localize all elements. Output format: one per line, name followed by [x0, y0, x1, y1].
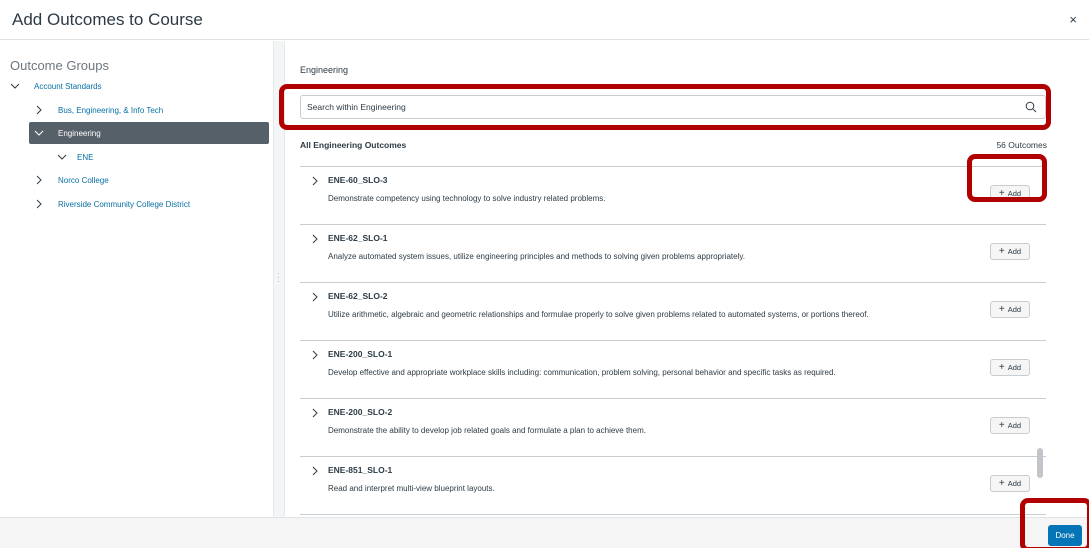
outcome-description: Read and interpret multi-view blueprint …: [328, 484, 495, 493]
tree-item-norco-college[interactable]: Norco College: [34, 169, 264, 191]
outcome-groups-sidebar: Outcome Groups Account Standards Bus, En…: [0, 41, 275, 517]
plus-icon: +: [998, 245, 1005, 257]
add-label: Add: [1007, 305, 1022, 314]
outcome-row: ENE-62_SLO-1 Analyze automated system is…: [300, 225, 1046, 283]
modal-header: Add Outcomes to Course ×: [0, 0, 1089, 40]
chevron-down-icon: [10, 81, 20, 91]
tree-item-label: Bus, Engineering, & Info Tech: [58, 105, 164, 115]
tree-item-label: Riverside Community College District: [58, 199, 191, 209]
list-heading: All Engineering Outcomes: [300, 140, 407, 150]
outcome-row: ENE-851_SLO-1 Read and interpret multi-v…: [300, 457, 1046, 515]
tree-item-account-standards[interactable]: Account Standards: [10, 75, 260, 97]
chevron-right-icon[interactable]: [310, 292, 320, 302]
chevron-right-icon[interactable]: [310, 408, 320, 418]
tree-item-label: ENE: [77, 152, 94, 162]
outcome-description: Analyze automated system issues, utilize…: [328, 252, 745, 261]
plus-icon: +: [998, 361, 1005, 373]
outcome-count: 56 Outcomes: [996, 140, 1047, 150]
close-icon[interactable]: ×: [1069, 12, 1077, 27]
outcome-description: Develop effective and appropriate workpl…: [328, 368, 836, 377]
highlight-box-search: [279, 84, 1051, 130]
tree-item-riverside-ccd[interactable]: Riverside Community College District: [34, 193, 269, 215]
chevron-down-icon: [34, 128, 44, 138]
chevron-right-icon[interactable]: [310, 176, 320, 186]
add-label: Add: [1007, 247, 1022, 256]
outcome-code[interactable]: ENE-62_SLO-2: [328, 291, 388, 301]
highlight-box-done: [1020, 498, 1089, 548]
outcome-code[interactable]: ENE-62_SLO-1: [328, 233, 388, 243]
modal-footer: [0, 517, 1089, 548]
sidebar-title: Outcome Groups: [10, 58, 109, 73]
add-label: Add: [1007, 363, 1022, 372]
plus-icon: +: [998, 303, 1005, 315]
add-outcome-button[interactable]: + Add: [990, 301, 1030, 318]
outcome-row: ENE-60_SLO-3 Demonstrate competency usin…: [300, 167, 1046, 225]
outcome-description: Utilize arithmetic, algebraic and geomet…: [328, 310, 869, 319]
add-outcome-button[interactable]: + Add: [990, 417, 1030, 434]
outcome-description: Demonstrate competency using technology …: [328, 194, 606, 203]
outcome-row: ENE-62_SLO-2 Utilize arithmetic, algebra…: [300, 283, 1046, 341]
outcome-description: Demonstrate the ability to develop job r…: [328, 426, 646, 435]
highlight-box-add: [967, 154, 1047, 202]
add-outcome-button[interactable]: + Add: [990, 243, 1030, 260]
tree-item-label: Account Standards: [34, 81, 102, 91]
add-label: Add: [1007, 479, 1022, 488]
chevron-right-icon[interactable]: [310, 466, 320, 476]
chevron-down-icon: [57, 152, 67, 162]
group-heading: Engineering: [300, 65, 349, 75]
chevron-right-icon: [34, 199, 44, 209]
outcome-code[interactable]: ENE-200_SLO-2: [328, 407, 392, 417]
outcome-row: ENE-200_SLO-2 Demonstrate the ability to…: [300, 399, 1046, 457]
plus-icon: +: [998, 419, 1005, 431]
plus-icon: +: [998, 477, 1005, 489]
outcome-code[interactable]: ENE-200_SLO-1: [328, 349, 392, 359]
chevron-right-icon: [34, 105, 44, 115]
grip-icon: · · ·: [277, 269, 280, 286]
tree-item-label: Norco College: [58, 175, 109, 185]
outcome-code[interactable]: ENE-60_SLO-3: [328, 175, 388, 185]
tree-item-bus-engineering-info-tech[interactable]: Bus, Engineering, & Info Tech: [34, 99, 264, 121]
outcome-code[interactable]: ENE-851_SLO-1: [328, 465, 392, 475]
scrollbar-thumb[interactable]: [1037, 448, 1043, 478]
tree-item-ene[interactable]: ENE: [57, 146, 257, 168]
chevron-right-icon[interactable]: [310, 350, 320, 360]
add-label: Add: [1007, 421, 1022, 430]
modal-title: Add Outcomes to Course: [12, 10, 203, 29]
tree-item-engineering[interactable]: Engineering: [29, 122, 269, 144]
outcome-row: ENE-200_SLO-1 Develop effective and appr…: [300, 341, 1046, 399]
tree-item-label: Engineering: [58, 128, 101, 138]
chevron-right-icon[interactable]: [310, 234, 320, 244]
chevron-right-icon: [34, 175, 44, 185]
add-outcome-button[interactable]: + Add: [990, 359, 1030, 376]
add-outcome-button[interactable]: + Add: [990, 475, 1030, 492]
